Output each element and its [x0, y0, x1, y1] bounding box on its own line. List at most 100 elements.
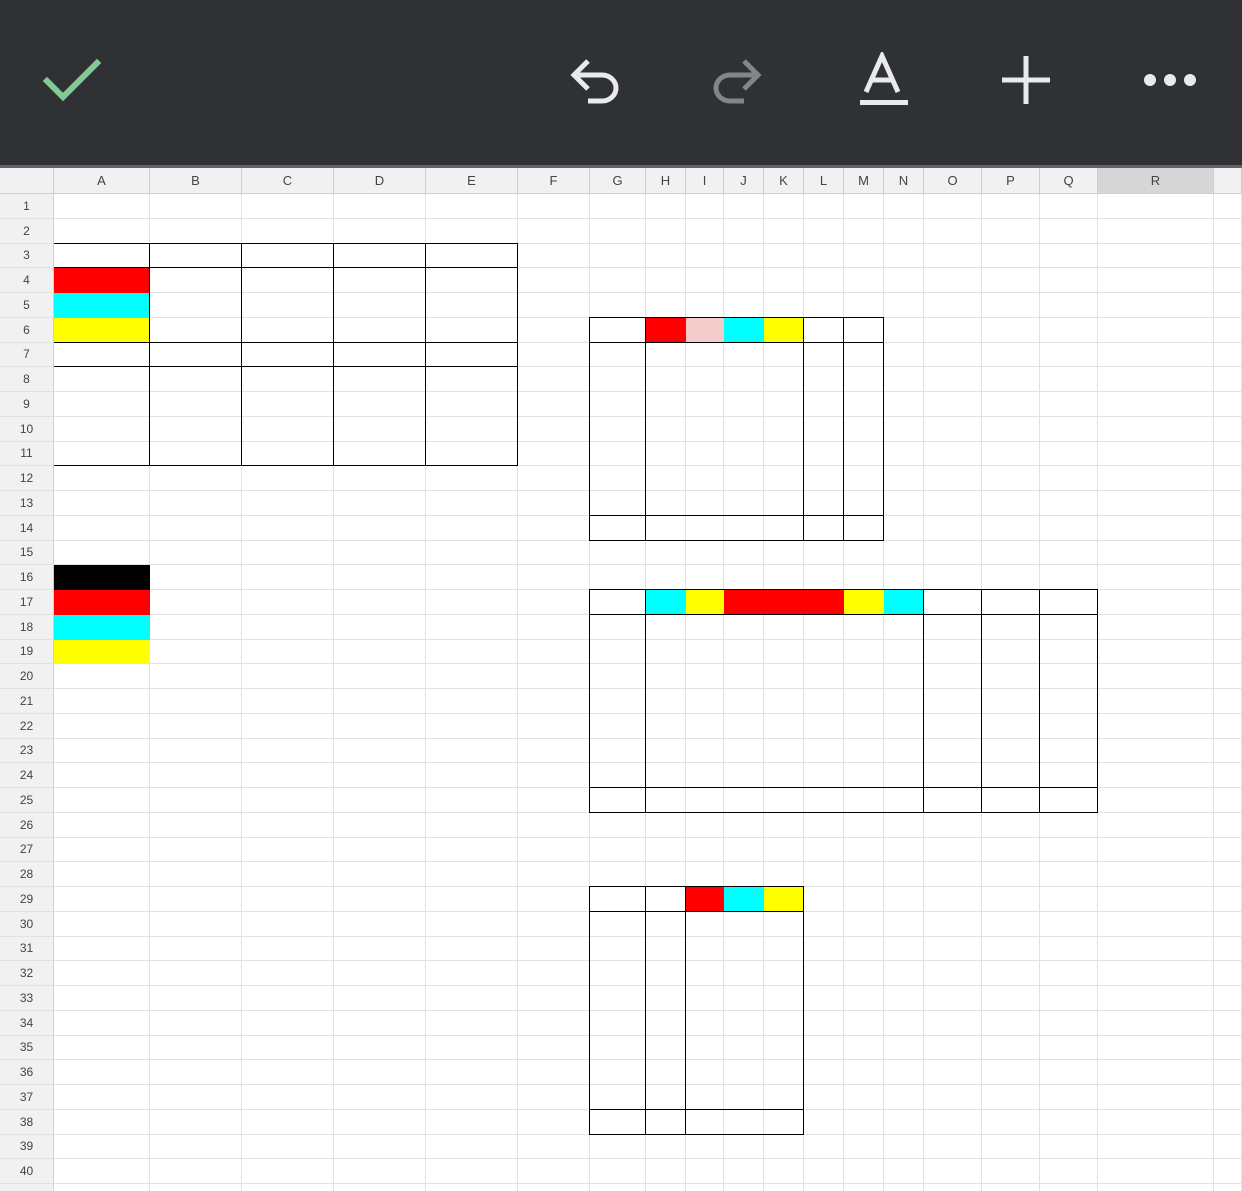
cell-G7[interactable] — [590, 343, 646, 368]
cell-I10[interactable] — [686, 417, 724, 442]
cell-P19[interactable] — [982, 640, 1040, 665]
cell-O22[interactable] — [924, 714, 982, 739]
cell-J13[interactable] — [724, 491, 764, 516]
row-header-10[interactable]: 10 — [0, 416, 54, 442]
cell-M23[interactable] — [844, 739, 884, 764]
cell-P21[interactable] — [982, 689, 1040, 714]
cell-K10[interactable] — [764, 417, 804, 442]
row-header-16[interactable]: 16 — [0, 565, 54, 590]
row-header-28[interactable]: 28 — [0, 862, 54, 887]
cell-G31[interactable] — [590, 937, 646, 962]
cell-J14[interactable] — [724, 516, 764, 541]
cell-K31[interactable] — [764, 937, 804, 962]
cell-G33[interactable] — [590, 986, 646, 1011]
cell-N24[interactable] — [884, 763, 924, 788]
cell-I9[interactable] — [686, 392, 724, 417]
cell-C9[interactable] — [242, 392, 334, 417]
cell-N18[interactable] — [884, 615, 924, 640]
cell-Q19[interactable] — [1040, 640, 1098, 665]
cell-M24[interactable] — [844, 763, 884, 788]
cell-I24[interactable] — [686, 763, 724, 788]
cell-A6[interactable] — [54, 317, 150, 343]
cell-H11[interactable] — [646, 442, 686, 467]
cell-H35[interactable] — [646, 1036, 686, 1061]
column-header-R[interactable]: R — [1098, 168, 1214, 194]
cell-K36[interactable] — [764, 1060, 804, 1085]
cell-M18[interactable] — [844, 615, 884, 640]
cell-A8[interactable] — [54, 367, 150, 392]
cell-B10[interactable] — [150, 417, 242, 442]
cell-N25[interactable] — [884, 788, 924, 813]
cell-G37[interactable] — [590, 1085, 646, 1110]
cell-C7[interactable] — [242, 343, 334, 368]
cell-I29[interactable] — [686, 887, 724, 912]
confirm-check-button[interactable] — [40, 48, 104, 112]
cell-A19[interactable] — [54, 639, 150, 665]
cell-I18[interactable] — [686, 615, 724, 640]
cell-A5[interactable] — [54, 293, 150, 318]
cell-B21[interactable] — [150, 689, 242, 714]
column-header-I[interactable]: I — [686, 168, 724, 194]
cell-M6[interactable] — [844, 318, 884, 343]
cell-L18[interactable] — [804, 615, 844, 640]
cell-C3[interactable] — [242, 244, 334, 269]
cell-G35[interactable] — [590, 1036, 646, 1061]
cell-J10[interactable] — [724, 417, 764, 442]
cell-G23[interactable] — [590, 739, 646, 764]
cell-G32[interactable] — [590, 961, 646, 986]
cell-J28[interactable] — [724, 862, 764, 887]
cell-G18[interactable] — [590, 615, 646, 640]
cell-P18[interactable] — [982, 615, 1040, 640]
cell-G24[interactable] — [590, 763, 646, 788]
cell-K28[interactable] — [764, 862, 804, 887]
cell-I33[interactable] — [686, 986, 724, 1011]
cell-A17[interactable] — [54, 590, 150, 615]
cell-H29[interactable] — [646, 887, 686, 912]
cell-P22[interactable] — [982, 714, 1040, 739]
column-header-D[interactable]: D — [334, 168, 426, 194]
cell-O17[interactable] — [924, 590, 982, 615]
cell-P17[interactable] — [982, 590, 1040, 615]
cell-J23[interactable] — [724, 739, 764, 764]
cell-J12[interactable] — [724, 466, 764, 491]
row-header-6[interactable]: 6 — [0, 317, 54, 343]
cell-H30[interactable] — [646, 912, 686, 937]
row-header-22[interactable]: 22 — [0, 713, 54, 739]
cell-K12[interactable] — [764, 466, 804, 491]
cell-J32[interactable] — [724, 961, 764, 986]
cell-N22[interactable] — [884, 714, 924, 739]
cell-E3[interactable] — [426, 244, 518, 269]
cell-H10[interactable] — [646, 417, 686, 442]
cell-O21[interactable] — [924, 689, 982, 714]
cell-D8[interactable] — [334, 367, 426, 392]
cell-H20[interactable] — [646, 664, 686, 689]
cell-K24[interactable] — [764, 763, 804, 788]
cell-I13[interactable] — [686, 491, 724, 516]
cell-L17[interactable] — [804, 590, 844, 615]
cell-H19[interactable] — [646, 640, 686, 665]
row-header-5[interactable]: 5 — [0, 293, 54, 318]
cell-G10[interactable] — [590, 417, 646, 442]
cell-O20[interactable] — [924, 664, 982, 689]
cell-J6[interactable] — [724, 317, 764, 343]
cell-L19[interactable] — [804, 640, 844, 665]
cell-G20[interactable] — [590, 664, 646, 689]
cell-I34[interactable] — [686, 1011, 724, 1036]
cell-M14[interactable] — [844, 516, 884, 541]
cell-O19[interactable] — [924, 640, 982, 665]
cell-L10[interactable] — [804, 417, 844, 442]
cell-K37[interactable] — [764, 1085, 804, 1110]
text-format-button[interactable] — [850, 48, 914, 112]
row-header-36[interactable]: 36 — [0, 1060, 54, 1085]
cell-L11[interactable] — [804, 442, 844, 467]
row-header-24[interactable]: 24 — [0, 763, 54, 788]
row-header-35[interactable]: 35 — [0, 1035, 54, 1061]
cell-K17[interactable] — [764, 590, 804, 615]
cell-H24[interactable] — [646, 763, 686, 788]
row-header-39[interactable]: 39 — [0, 1134, 54, 1160]
cell-J29[interactable] — [724, 887, 764, 912]
spreadsheet-grid[interactable]: A B C D E F G H I J K L M N O P Q R 1 2 3 4 5 6 7 8 9 10 11 12 13 14 15 1… — [0, 168, 1242, 1191]
cell-C10[interactable] — [242, 417, 334, 442]
cell-K34[interactable] — [764, 1011, 804, 1036]
cell-G8[interactable] — [590, 367, 646, 392]
